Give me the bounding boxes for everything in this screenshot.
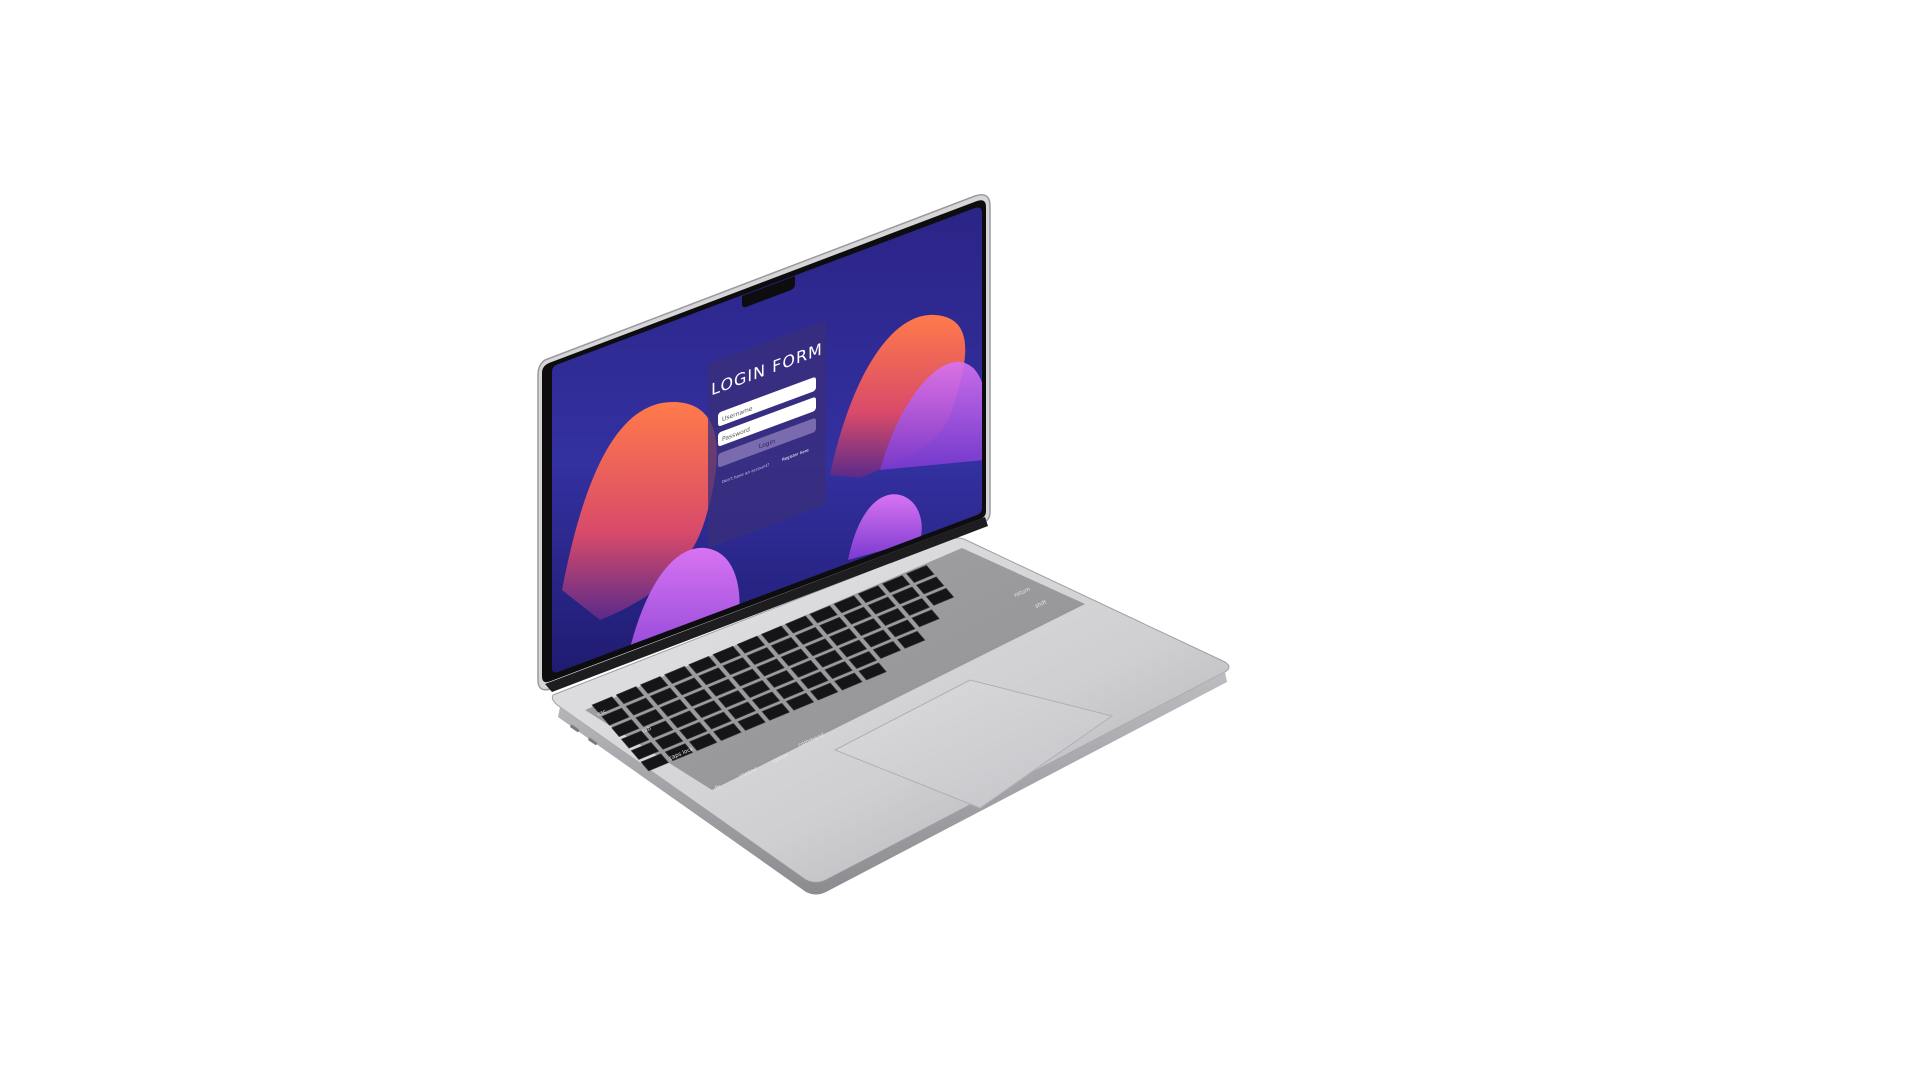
laptop-mockup-scene: LOGIN FORM Username Password Login Don't…: [537, 194, 1230, 895]
